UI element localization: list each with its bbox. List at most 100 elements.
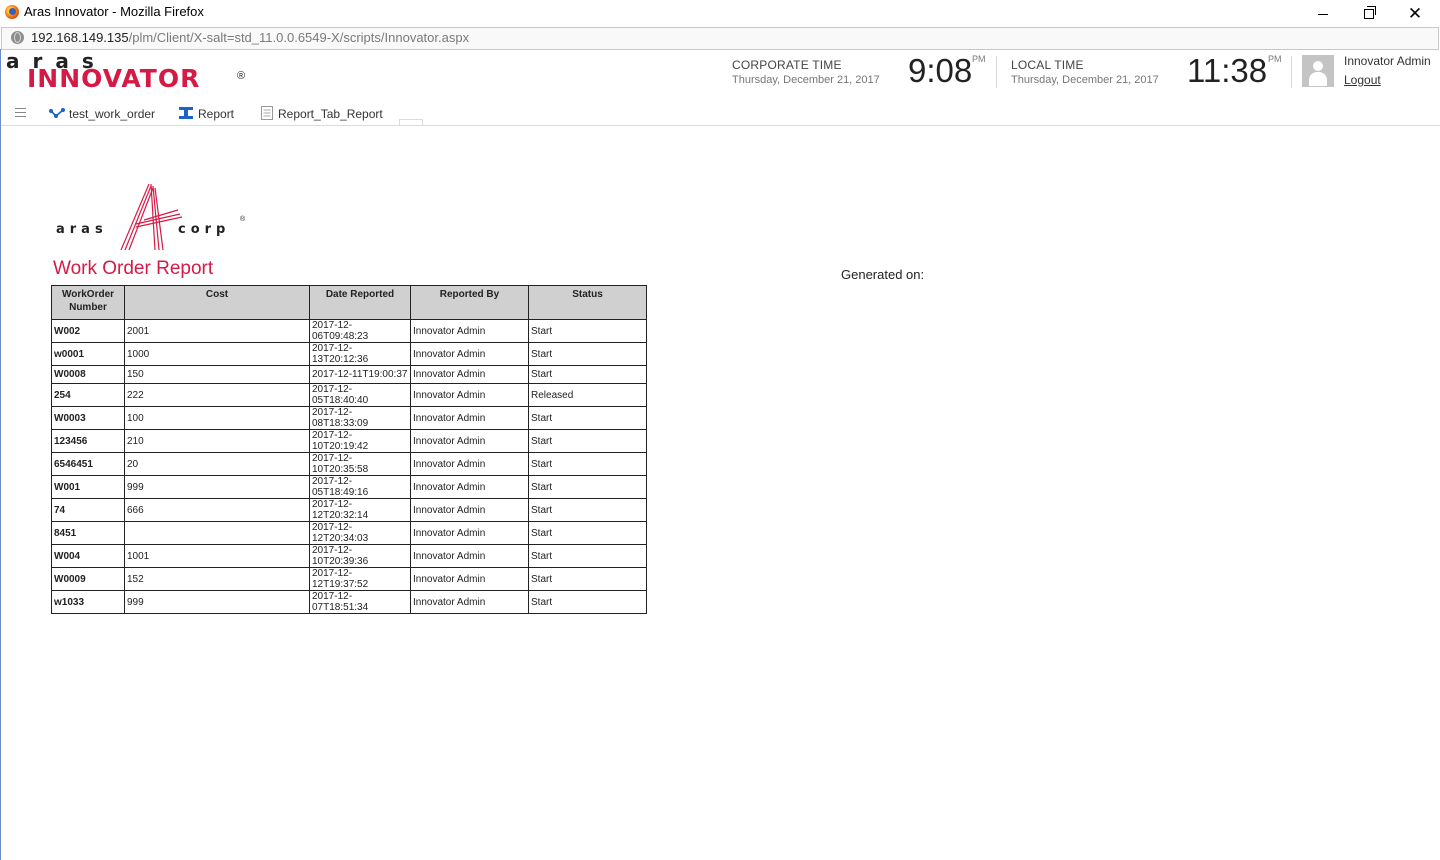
- cell-status: Start: [528, 567, 647, 591]
- cell-reported-by: Innovator Admin: [410, 406, 529, 430]
- cell-date-reported: 2017-12-13T20:12:36: [309, 342, 411, 366]
- cell-reported-by: Innovator Admin: [410, 383, 529, 407]
- app-frame-border: [0, 49, 1, 860]
- table-row: 6546451 20 2017-12-10T20:35:58 Innovator Ad…: [51, 452, 647, 476]
- cell-cost: 1001: [124, 544, 310, 568]
- report-title: Work Order Report: [53, 258, 214, 279]
- tab-report[interactable]: Report: [179, 105, 239, 123]
- cell-date-reported: 2017-12-08T18:33:09: [309, 406, 411, 430]
- window-title-bar: Aras Innovator - Mozilla Firefox ✕: [0, 0, 1440, 27]
- cell-date-reported: 2017-12-07T18:51:34: [309, 590, 411, 614]
- cell-workorder-number: 123456: [51, 429, 125, 453]
- cell-reported-by: Innovator Admin: [410, 342, 529, 366]
- cell-cost: 999: [124, 475, 310, 499]
- work-order-table: WorkOrder Number Cost Date Reported Repo…: [51, 285, 647, 614]
- cell-cost: 666: [124, 498, 310, 522]
- table-row: 123456 210 2017-12-10T20:19:42 Innovator Ad…: [51, 429, 647, 453]
- column-header-workorder-number: WorkOrder Number: [51, 285, 125, 320]
- column-header-cost: Cost: [124, 285, 310, 320]
- aras-corp-logo: aras corp ®: [52, 180, 252, 255]
- avatar-body-shape: [1309, 72, 1327, 86]
- cell-status: Start: [528, 475, 647, 499]
- cell-cost: 210: [124, 429, 310, 453]
- cell-reported-by: Innovator Admin: [410, 521, 529, 545]
- corp-logo-corp-text: corp: [178, 222, 231, 237]
- cell-workorder-number: W001: [51, 475, 125, 499]
- table-row: w0001 1000 2017-12-13T20:12:36 Innovator Ad…: [51, 342, 647, 366]
- site-info-icon[interactable]: [11, 31, 24, 44]
- corporate-time-ampm: PM: [972, 54, 986, 64]
- cell-date-reported: 2017-12-12T19:37:52: [309, 567, 411, 591]
- document-icon: [261, 106, 273, 120]
- aras-corp-logo-mark: [120, 183, 183, 251]
- column-header-date-reported: Date Reported: [309, 285, 411, 320]
- tab-test-work-order[interactable]: test_work_order: [49, 105, 159, 123]
- generated-on-label: Generated on:: [841, 267, 925, 282]
- cell-workorder-number: 8451: [51, 521, 125, 545]
- cell-reported-by: Innovator Admin: [410, 429, 529, 453]
- user-avatar[interactable]: [1302, 55, 1334, 87]
- close-window-button[interactable]: ✕: [1392, 0, 1438, 27]
- innovator-logo: INNOVATOR: [27, 64, 201, 93]
- report-icon: [179, 107, 193, 119]
- restore-button[interactable]: [1346, 0, 1392, 27]
- corporate-time-value: 9:08: [908, 52, 973, 89]
- cell-cost: 20: [124, 452, 310, 476]
- table-row: W002 2001 2017-12-06T09:48:23 Innovator Adm…: [51, 319, 647, 343]
- close-icon: ✕: [1407, 4, 1423, 23]
- minimize-icon: [1318, 13, 1328, 15]
- cell-cost: [124, 521, 310, 545]
- local-time-label: LOCAL TIME: [1011, 58, 1084, 72]
- table-row: W0009 152 2017-12-12T19:37:52 Innovator Adm…: [51, 567, 647, 591]
- minimize-button[interactable]: [1300, 0, 1346, 27]
- url-text[interactable]: 192.168.149.135/plm/Client/X-salt=std_11…: [31, 30, 469, 45]
- cell-date-reported: 2017-12-06T09:48:23: [309, 319, 411, 343]
- tab-label: Report: [198, 107, 235, 121]
- corp-logo-aras-text: aras: [56, 222, 108, 237]
- cell-status: Start: [528, 406, 647, 430]
- cell-date-reported: 2017-12-05T18:49:16: [309, 475, 411, 499]
- cell-date-reported: 2017-12-10T20:39:36: [309, 544, 411, 568]
- firefox-icon: [5, 5, 19, 19]
- column-header-reported-by: Reported By: [410, 285, 529, 320]
- cell-workorder-number: w1033: [51, 590, 125, 614]
- logout-link[interactable]: Logout: [1344, 73, 1381, 87]
- cell-workorder-number: 74: [51, 498, 125, 522]
- cell-status: Start: [528, 429, 647, 453]
- workflow-icon: [49, 108, 65, 118]
- cell-reported-by: Innovator Admin: [410, 452, 529, 476]
- url-path: /plm/Client/X-salt=std_11.0.0.6549-X/scr…: [128, 30, 470, 45]
- table-row: w1033 999 2017-12-07T18:51:34 Innovator Adm…: [51, 590, 647, 614]
- header-divider: [1291, 56, 1292, 88]
- cell-status: Start: [528, 342, 647, 366]
- table-header-row: WorkOrder Number Cost Date Reported Repo…: [51, 285, 647, 320]
- tab-label: test_work_order: [69, 107, 156, 121]
- tab-report-tab-report[interactable]: Report_Tab_Report: [261, 105, 386, 123]
- local-time-value: 11:38: [1187, 52, 1268, 89]
- cell-date-reported: 2017-12-11T19:00:37: [309, 365, 411, 384]
- table-row: W0003 100 2017-12-08T18:33:09 Innovator Adm…: [51, 406, 647, 430]
- cell-status: Start: [528, 365, 647, 384]
- tabs-divider: [1, 125, 1440, 126]
- cell-reported-by: Innovator Admin: [410, 365, 529, 384]
- cell-workorder-number: W0003: [51, 406, 125, 430]
- cell-date-reported: 2017-12-10T20:19:42: [309, 429, 411, 453]
- corporate-time-date: Thursday, December 21, 2017: [732, 74, 880, 86]
- address-bar[interactable]: 192.168.149.135/plm/Client/X-salt=std_11…: [1, 27, 1439, 50]
- cell-reported-by: Innovator Admin: [410, 498, 529, 522]
- cell-workorder-number: W0008: [51, 365, 125, 384]
- local-time-date: Thursday, December 21, 2017: [1011, 74, 1159, 86]
- cell-status: Released: [528, 383, 647, 407]
- hamburger-menu-icon[interactable]: [15, 108, 26, 120]
- cell-cost: 152: [124, 567, 310, 591]
- cell-date-reported: 2017-12-10T20:35:58: [309, 452, 411, 476]
- table-body: W002 2001 2017-12-06T09:48:23 Innovator Adm…: [51, 319, 647, 614]
- corp-logo-reg-mark: ®: [240, 216, 246, 223]
- cell-cost: 999: [124, 590, 310, 614]
- table-row: W004 1001 2017-12-10T20:39:36 Innovator Adm…: [51, 544, 647, 568]
- cell-workorder-number: W0009: [51, 567, 125, 591]
- cell-workorder-number: 254: [51, 383, 125, 407]
- restore-icon: [1364, 6, 1376, 20]
- cell-workorder-number: W004: [51, 544, 125, 568]
- table-row: 254 222 2017-12-05T18:40:40 Innovator Admin…: [51, 383, 647, 407]
